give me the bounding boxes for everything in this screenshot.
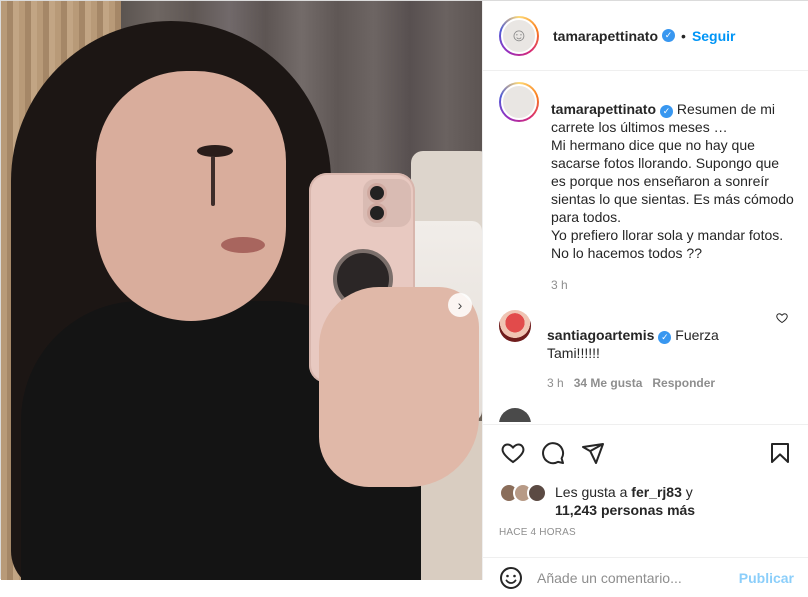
likers-avatars[interactable] (499, 483, 549, 503)
likes-count[interactable]: 11,243 personas más (555, 502, 695, 518)
comment-input[interactable] (537, 569, 739, 586)
photo-tear (211, 156, 215, 206)
caption: tamarapettinato ✓ Resumen de mi carrete l… (499, 82, 794, 292)
follow-button[interactable]: Seguir (692, 28, 736, 44)
add-comment-bar: Publicar (483, 557, 808, 597)
post-timestamp[interactable]: Hace 4 horas (499, 527, 794, 538)
post-photo[interactable]: › (1, 1, 482, 580)
caption-username[interactable]: tamarapettinato (551, 101, 656, 117)
caption-text: Resumen de mi carrete los últimos meses … (551, 101, 794, 261)
emoji-icon[interactable] (499, 566, 523, 590)
post-modal: › ☺ tamarapettinato ✓ • Seguir tamarapet… (0, 0, 808, 589)
commenter-avatar[interactable] (499, 310, 531, 342)
chevron-right-icon[interactable]: › (448, 293, 472, 317)
post-actions: Les gusta a fer_rj83 y 11,243 personas m… (483, 424, 808, 538)
photo-lens (367, 203, 387, 223)
author-username[interactable]: tamarapettinato (553, 28, 658, 44)
heart-icon[interactable] (499, 439, 527, 467)
commenter-avatar[interactable] (499, 408, 531, 422)
comment-like-heart-icon[interactable] (776, 312, 788, 327)
likes-prefix: Les gusta a (555, 484, 628, 500)
comment-likes[interactable]: 34 Me gusta (574, 376, 643, 390)
comment-time[interactable]: 3 h (547, 376, 564, 390)
publish-button[interactable]: Publicar (739, 570, 794, 586)
comment-icon[interactable] (539, 439, 567, 467)
photo-eye (197, 145, 233, 157)
author-avatar[interactable] (499, 82, 539, 122)
post-header: ☺ tamarapettinato ✓ • Seguir (483, 1, 808, 71)
comment-username[interactable]: santiagoartemis (547, 327, 654, 343)
comment-item: santiagoartemis ✓ Fuerza Tami!!!!!! 3 h 34… (499, 308, 794, 390)
caption-time[interactable]: 3 h (551, 278, 794, 292)
verified-badge-icon: ✓ (658, 331, 672, 344)
photo-hand (319, 287, 479, 487)
likes-summary: Les gusta a fer_rj83 y 11,243 personas m… (499, 483, 794, 519)
liker-username[interactable]: fer_rj83 (631, 484, 682, 500)
photo-face (96, 71, 286, 321)
likes-conj: y (685, 484, 693, 500)
post-sidebar: ☺ tamarapettinato ✓ • Seguir tamarapetti… (482, 1, 808, 589)
share-icon[interactable] (579, 439, 607, 467)
comments-list[interactable]: tamarapettinato ✓ Resumen de mi carrete l… (483, 72, 808, 422)
photo-lens (367, 183, 387, 203)
photo-lips (221, 237, 265, 253)
bookmark-icon[interactable] (766, 439, 794, 467)
separator-dot: • (681, 27, 686, 44)
verified-badge-icon: ✓ (660, 105, 674, 118)
verified-badge-icon: ✓ (662, 29, 676, 42)
comment-item: mexurtizberea✓ ❤️ (499, 406, 794, 422)
reply-button[interactable]: Responder (652, 376, 715, 390)
author-avatar[interactable]: ☺ (499, 15, 539, 56)
